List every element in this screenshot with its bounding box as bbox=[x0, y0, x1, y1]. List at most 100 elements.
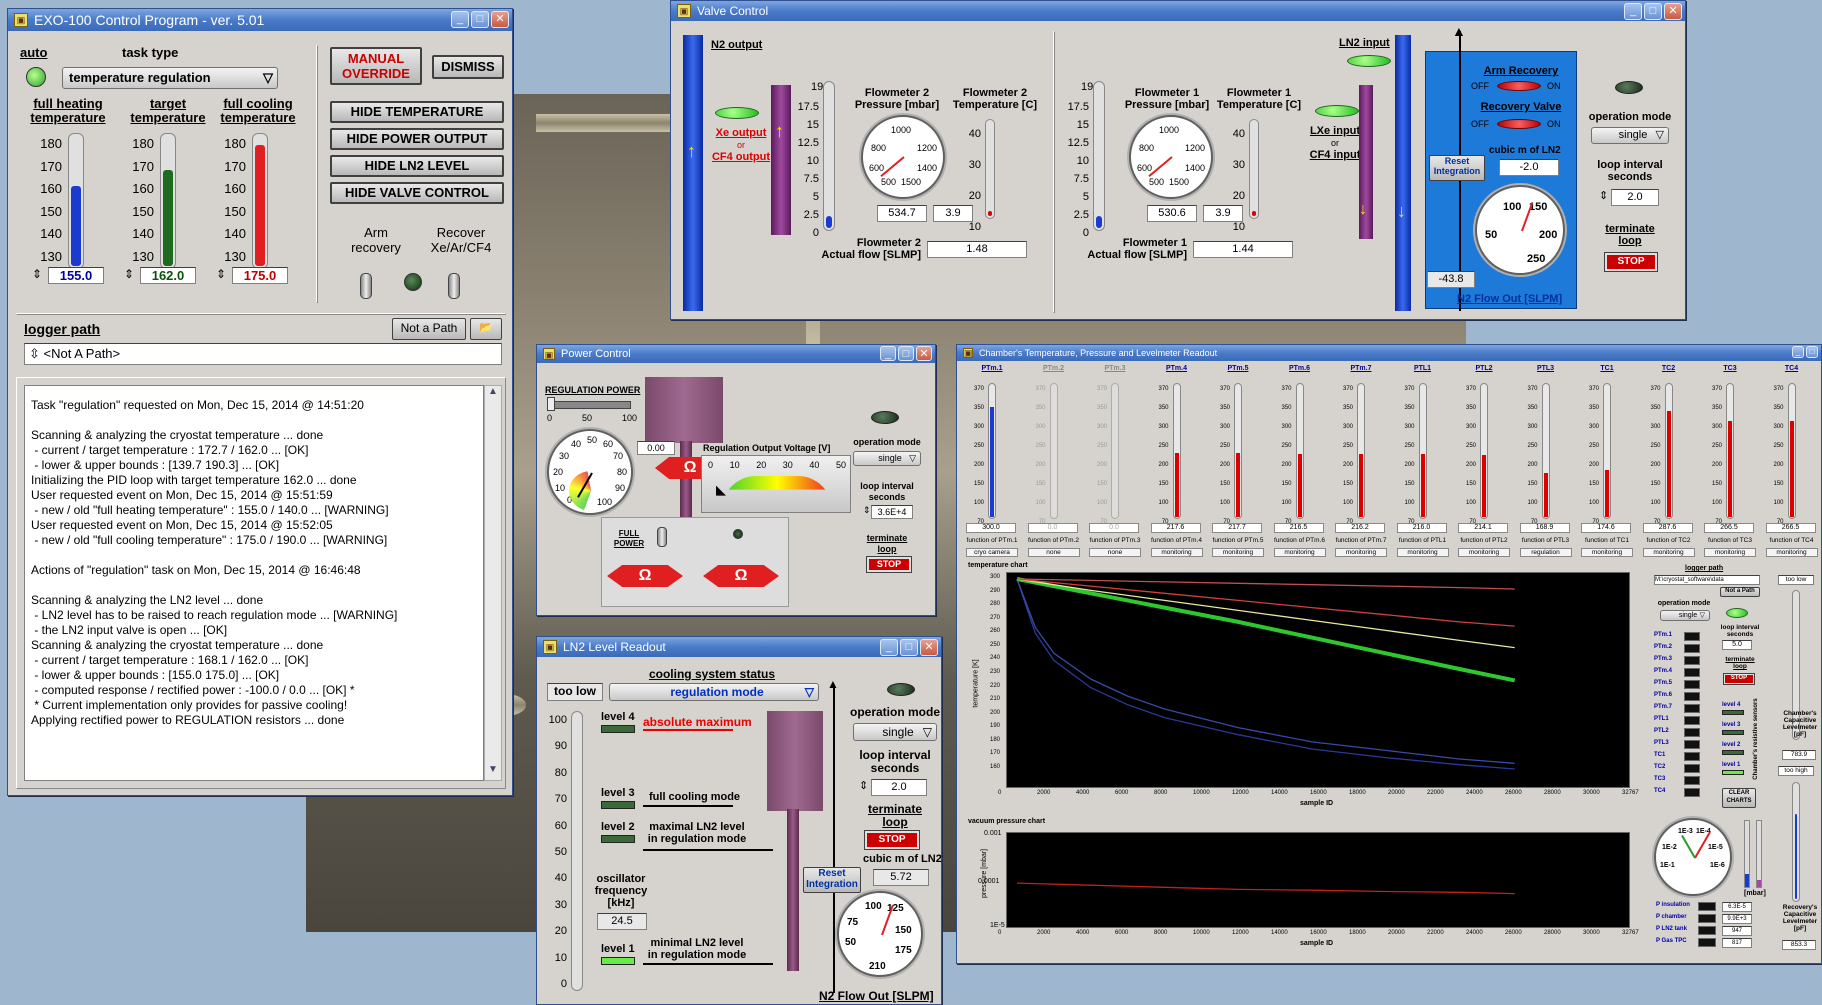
omega-arrow-3: Ω bbox=[703, 565, 779, 587]
xe-output-led[interactable] bbox=[715, 107, 759, 119]
hide-valve-button[interactable]: HIDE VALVE CONTROL bbox=[330, 182, 504, 204]
scale-tick: 200 bbox=[1281, 462, 1292, 468]
sensor-function-select[interactable]: monitoring bbox=[1765, 548, 1818, 557]
sensor-function-select[interactable]: monitoring bbox=[1273, 548, 1326, 557]
close-button[interactable]: ✕ bbox=[916, 346, 932, 361]
maximize-button[interactable]: □ bbox=[900, 639, 918, 656]
stop-button[interactable]: STOP bbox=[864, 830, 920, 850]
temperature-chart bbox=[1006, 572, 1630, 788]
close-button[interactable]: ✕ bbox=[1664, 3, 1682, 20]
stop-button[interactable]: STOP bbox=[866, 556, 912, 573]
full-power-toggle[interactable] bbox=[657, 527, 667, 547]
chamber-loop-input[interactable]: 5.0 bbox=[1722, 640, 1752, 650]
hide-power-button[interactable]: HIDE POWER OUTPUT bbox=[330, 128, 504, 150]
maximize-button[interactable]: □ bbox=[1806, 346, 1818, 358]
chamber-logger-input[interactable]: M:\cryostat_software\data bbox=[1654, 575, 1760, 585]
close-button[interactable]: ✕ bbox=[491, 11, 509, 28]
loop-stepper-icon[interactable]: ⇕ bbox=[863, 505, 871, 516]
sensor-function-select[interactable]: monitoring bbox=[1212, 548, 1264, 557]
target-thermometer[interactable] bbox=[160, 133, 176, 269]
x-tick: 8000 bbox=[1154, 790, 1168, 796]
hide-ln2-button[interactable]: HIDE LN2 LEVEL bbox=[330, 155, 504, 177]
scale-tick: 100 bbox=[1158, 500, 1169, 506]
status-select[interactable]: regulation mode bbox=[609, 683, 819, 701]
operation-mode-select[interactable]: single bbox=[1591, 127, 1669, 144]
cooling-thermometer[interactable] bbox=[252, 133, 268, 269]
scroll-down-icon[interactable]: ▼ bbox=[485, 764, 501, 780]
heating-stepper-icon[interactable]: ⇕ bbox=[32, 267, 42, 281]
maximize-button[interactable]: □ bbox=[1644, 3, 1662, 20]
sensor-function-select[interactable]: none bbox=[1089, 548, 1141, 557]
chamber-not-a-path[interactable]: Not a Path bbox=[1720, 587, 1760, 597]
recover-toggle[interactable] bbox=[448, 273, 460, 299]
level1-led[interactable] bbox=[601, 957, 635, 965]
arm-recovery-toggle[interactable] bbox=[360, 273, 372, 299]
operation-mode-select[interactable]: single bbox=[853, 451, 921, 466]
auto-led[interactable] bbox=[26, 67, 46, 87]
loop-stepper-icon[interactable]: ⇕ bbox=[1599, 189, 1608, 202]
cooling-stepper-icon[interactable]: ⇕ bbox=[216, 267, 226, 281]
heating-thermometer[interactable] bbox=[68, 133, 84, 269]
sensor-function-label: function of PTm.1 bbox=[966, 537, 1018, 544]
task-type-select[interactable]: temperature regulation bbox=[62, 67, 278, 89]
chamber-stop-button[interactable]: STOP bbox=[1723, 673, 1755, 685]
clear-charts-button[interactable]: CLEAR CHARTS bbox=[1722, 788, 1756, 808]
target-stepper-icon[interactable]: ⇕ bbox=[124, 267, 134, 281]
not-a-path-button[interactable]: Not a Path bbox=[392, 318, 466, 340]
arm-recovery-switch[interactable] bbox=[1497, 81, 1541, 91]
slider-value[interactable]: 0.00 bbox=[637, 441, 675, 455]
log-textbox[interactable]: Task "regulation" requested on Mon, Dec … bbox=[24, 385, 484, 781]
close-button[interactable]: ✕ bbox=[920, 639, 938, 656]
minimize-button[interactable]: _ bbox=[1624, 3, 1642, 20]
minimize-button[interactable]: _ bbox=[451, 11, 469, 28]
full-cooling-input[interactable]: 175.0 bbox=[232, 267, 288, 284]
sensor-function-select[interactable]: monitoring bbox=[1150, 548, 1203, 557]
ln2-input-led[interactable] bbox=[1347, 55, 1391, 67]
minimize-button[interactable]: _ bbox=[880, 346, 896, 361]
sensor-function-select[interactable]: monitoring bbox=[1642, 548, 1695, 557]
slider-thumb[interactable] bbox=[547, 397, 555, 411]
minimize-button[interactable]: _ bbox=[1792, 346, 1804, 358]
scroll-up-icon[interactable]: ▲ bbox=[485, 386, 501, 402]
hide-temperature-button[interactable]: HIDE TEMPERATURE bbox=[330, 101, 504, 123]
reset-integration-button[interactable]: Reset Integration bbox=[1429, 155, 1485, 181]
scale-tick: 250 bbox=[1465, 443, 1476, 449]
sensor-function-select[interactable]: none bbox=[1027, 548, 1080, 557]
loop-interval-input[interactable]: 2.0 bbox=[871, 779, 927, 796]
regulation-power-slider[interactable] bbox=[549, 401, 631, 409]
log-scrollbar[interactable]: ▲ ▼ bbox=[484, 385, 502, 781]
manual-override-button[interactable]: MANUAL OVERRIDE bbox=[330, 47, 422, 85]
sensor-function-select[interactable]: monitoring bbox=[1335, 548, 1387, 557]
stop-button[interactable]: STOP bbox=[1604, 252, 1658, 272]
pressure-swatch bbox=[1698, 914, 1716, 923]
sensor-function-select[interactable]: monitoring bbox=[1458, 548, 1510, 557]
sensor-function-select[interactable]: cryo camera bbox=[966, 548, 1018, 557]
maximize-button[interactable]: □ bbox=[898, 346, 914, 361]
full-heating-input[interactable]: 155.0 bbox=[48, 267, 104, 284]
loop-interval-input[interactable]: 3.6E+4 bbox=[871, 505, 913, 519]
maximize-button[interactable]: □ bbox=[471, 11, 489, 28]
recovery-valve-switch[interactable] bbox=[1497, 119, 1541, 129]
sensor-function-select[interactable]: monitoring bbox=[1581, 548, 1633, 557]
sensor-function-select[interactable]: regulation bbox=[1519, 548, 1572, 557]
sensor-fill bbox=[1297, 454, 1302, 517]
sensor-function-label: function of TC4 bbox=[1769, 537, 1814, 544]
sensor-name: PTm.3 bbox=[1104, 365, 1126, 372]
logger-path-input[interactable]: ⇳ <Not A Path> bbox=[24, 343, 502, 365]
minimize-button[interactable]: _ bbox=[880, 639, 898, 656]
sensor-fill bbox=[1789, 420, 1794, 517]
scale-tick: 250 bbox=[1773, 443, 1784, 449]
lxe-input-led[interactable] bbox=[1315, 105, 1359, 117]
sensor-function-select[interactable]: monitoring bbox=[1396, 548, 1449, 557]
browse-folder-icon[interactable]: 📂 bbox=[470, 318, 502, 340]
loop-interval-input[interactable]: 2.0 bbox=[1611, 189, 1659, 206]
loop-stepper-icon[interactable]: ⇕ bbox=[859, 779, 868, 792]
reset-integration-button[interactable]: Reset Integration bbox=[803, 867, 861, 893]
operation-mode-select[interactable]: single bbox=[853, 723, 937, 741]
dismiss-button[interactable]: DISMISS bbox=[432, 55, 504, 79]
target-label: target temperature bbox=[130, 96, 206, 125]
sensor-function-select[interactable]: monitoring bbox=[1704, 548, 1756, 557]
chamber-op-mode-select[interactable]: single bbox=[1660, 610, 1710, 621]
pressure-swatch bbox=[1698, 926, 1716, 935]
target-input[interactable]: 162.0 bbox=[140, 267, 196, 284]
